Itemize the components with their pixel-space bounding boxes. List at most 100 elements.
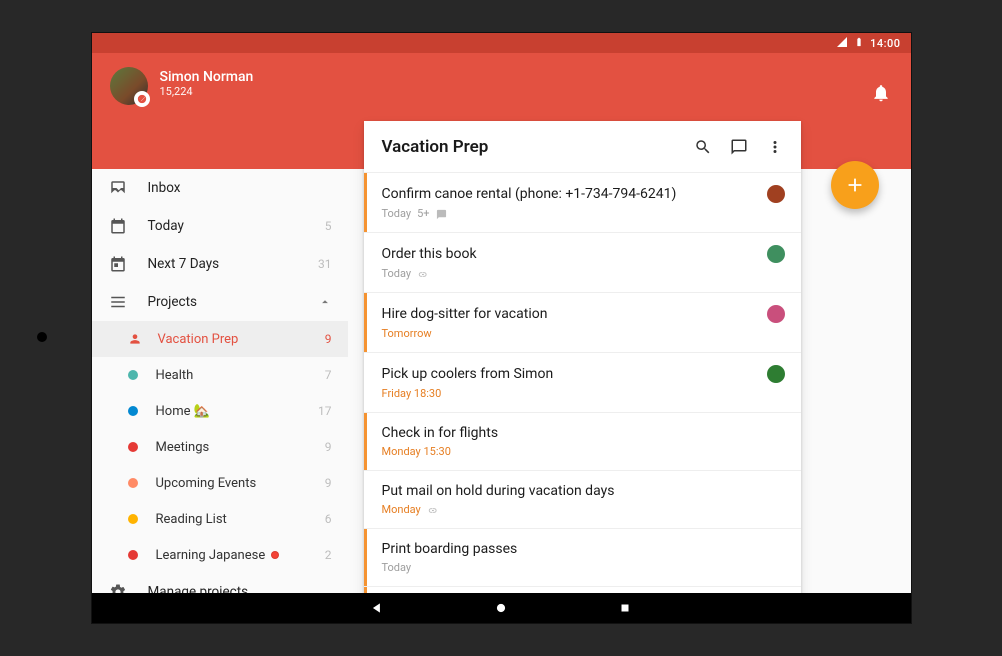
sidebar-project-item[interactable]: Home 🏡17: [92, 393, 348, 429]
task-meta: Today: [382, 561, 412, 574]
task-title: Put mail on hold during vacation days: [382, 483, 785, 499]
nav-home-icon[interactable]: [494, 601, 508, 615]
inbox-icon: [108, 178, 128, 198]
task-item[interactable]: Order this book Today: [364, 233, 801, 293]
task-item[interactable]: Put mail on hold during vacation days Mon…: [364, 471, 801, 529]
sidebar-project-item[interactable]: Reading List6: [92, 501, 348, 537]
comments-button[interactable]: [721, 129, 757, 165]
decorative-dot: [37, 332, 47, 342]
task-extra: 5+: [417, 207, 429, 220]
project-count: 2: [325, 548, 332, 562]
project-label: Upcoming Events: [156, 476, 325, 491]
project-label: Learning Japanese: [156, 548, 325, 563]
task-item[interactable]: Confirm canoe rental (phone: +1-734-794-…: [364, 173, 801, 233]
assignee-avatar: [767, 365, 785, 383]
search-icon: [694, 138, 712, 156]
add-task-fab[interactable]: [831, 161, 879, 209]
projects-icon: [108, 292, 128, 312]
project-count: 9: [325, 476, 332, 490]
nav-projects[interactable]: Projects: [92, 283, 348, 321]
nav-manage-label: Manage projects: [148, 584, 332, 593]
avatar-brand-badge: [134, 91, 150, 107]
project-count: 9: [325, 440, 332, 454]
plus-icon: [844, 174, 866, 196]
assignee-avatar: [767, 245, 785, 263]
task-item[interactable]: Print boarding passes Today: [364, 529, 801, 587]
nav-inbox[interactable]: Inbox: [92, 169, 348, 207]
project-count: 17: [318, 404, 332, 418]
project-color-dot: [128, 370, 138, 380]
nav-next7[interactable]: Next 7 Days 31: [92, 245, 348, 283]
overflow-button[interactable]: [757, 129, 793, 165]
task-panel: Vacation Prep Confirm canoe rental (phon…: [364, 121, 801, 593]
chevron-up-icon: [318, 295, 332, 309]
calendar-today-icon: [108, 216, 128, 236]
nav-recent-icon[interactable]: [618, 601, 632, 615]
priority-accent: [364, 529, 367, 586]
project-label: Vacation Prep: [158, 332, 325, 347]
assignee-avatar: [767, 185, 785, 203]
nav-today-label: Today: [148, 218, 325, 234]
priority-accent: [364, 413, 367, 470]
jp-flag-dot: [271, 551, 279, 559]
link-icon: [417, 267, 428, 280]
nav-next7-label: Next 7 Days: [148, 256, 319, 272]
project-color-dot: [128, 442, 138, 452]
project-count: 7: [325, 368, 332, 382]
sidebar-project-item[interactable]: Health7: [92, 357, 348, 393]
sidebar-project-item[interactable]: Vacation Prep9: [92, 321, 348, 357]
battery-icon: [854, 35, 864, 52]
task-meta: Today: [382, 207, 412, 220]
task-title: Confirm canoe rental (phone: +1-734-794-…: [382, 186, 759, 202]
task-meta: Monday 15:30: [382, 445, 451, 458]
android-navbar: [92, 593, 911, 623]
calendar-week-icon: [108, 254, 128, 274]
task-meta: Friday 18:30: [382, 387, 442, 400]
task-meta: Monday: [382, 503, 421, 516]
nav-next7-count: 31: [318, 257, 332, 271]
priority-accent: [364, 173, 367, 232]
task-panel-header: Vacation Prep: [364, 121, 801, 173]
nav-inbox-label: Inbox: [148, 180, 332, 196]
device-frame: 14:00 Simon Norman 15,224: [92, 33, 911, 623]
task-item[interactable]: Check in for flights Monday 15:30: [364, 413, 801, 471]
task-panel-title: Vacation Prep: [382, 137, 685, 157]
signal-icon: [836, 36, 848, 51]
project-color-dot: [128, 514, 138, 524]
project-count: 6: [325, 512, 332, 526]
nav-today[interactable]: Today 5: [92, 207, 348, 245]
priority-accent: [364, 293, 367, 352]
task-item[interactable]: Pick up coolers from SimonFriday 18:30: [364, 353, 801, 413]
task-item[interactable]: Drop off the dog @ sitterToday 9:00: [364, 587, 801, 593]
nav-projects-label: Projects: [148, 294, 318, 310]
avatar[interactable]: [110, 67, 148, 105]
task-title: Order this book: [382, 246, 759, 262]
status-time: 14:00: [870, 37, 900, 50]
projects-list: Vacation Prep9Health7Home 🏡17Meetings9Up…: [92, 321, 348, 573]
nav-manage-projects[interactable]: Manage projects: [92, 573, 348, 593]
sidebar-project-item[interactable]: Learning Japanese2: [92, 537, 348, 573]
assignee-avatar: [767, 305, 785, 323]
user-name: Simon Norman: [160, 69, 254, 85]
task-item[interactable]: Hire dog-sitter for vacationTomorrow: [364, 293, 801, 353]
gear-icon: [108, 582, 128, 593]
notifications-icon[interactable]: [871, 83, 891, 103]
search-button[interactable]: [685, 129, 721, 165]
task-title: Print boarding passes: [382, 541, 785, 557]
project-color-dot: [128, 406, 138, 416]
nav-back-icon[interactable]: [370, 601, 384, 615]
project-count: 9: [325, 332, 332, 346]
task-meta: Today: [382, 267, 412, 280]
priority-accent: [364, 587, 367, 593]
project-label: Home 🏡: [156, 404, 319, 419]
project-label: Health: [156, 368, 325, 383]
task-title: Check in for flights: [382, 425, 785, 441]
sidebar: Inbox Today 5 Next 7 Days 31: [92, 169, 348, 593]
screen: Simon Norman 15,224 Inbox: [92, 53, 911, 593]
project-label: Meetings: [156, 440, 325, 455]
sidebar-project-item[interactable]: Meetings9: [92, 429, 348, 465]
sidebar-project-item[interactable]: Upcoming Events9: [92, 465, 348, 501]
project-color-dot: [128, 478, 138, 488]
nav-today-count: 5: [325, 219, 332, 233]
task-title: Hire dog-sitter for vacation: [382, 306, 759, 322]
